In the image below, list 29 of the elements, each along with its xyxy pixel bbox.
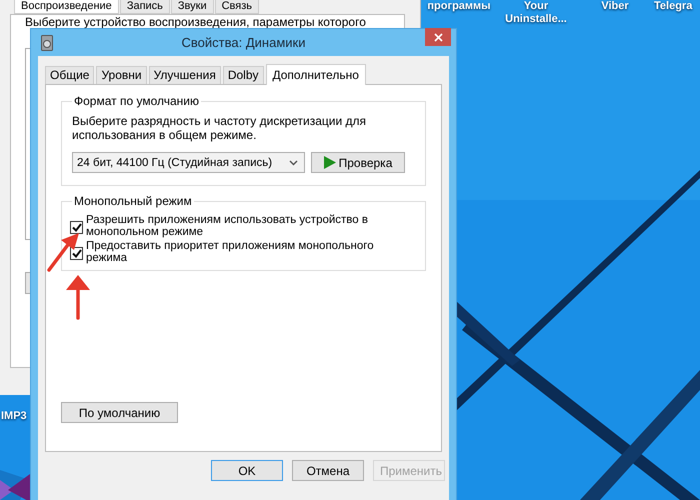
annotation-arrow — [46, 232, 80, 272]
dialog-button[interactable]: Отмена — [292, 460, 364, 481]
close-button[interactable] — [425, 28, 451, 46]
dialog-button[interactable]: OK — [211, 460, 283, 481]
group-title: Формат по умолчанию — [73, 94, 200, 108]
tab[interactable]: Связь — [214, 0, 260, 14]
checkbox-label: Разрешить приложениям использовать устройство в монопольном режиме — [86, 214, 369, 238]
tab[interactable]: Dolby — [222, 66, 264, 84]
annotation-arrow — [64, 274, 92, 320]
tab[interactable]: Уровни — [96, 66, 147, 84]
window-title: Свойства: Динамики — [180, 35, 306, 50]
test-button[interactable]: Проверка — [311, 152, 405, 173]
tab[interactable]: Улучшения — [148, 66, 221, 84]
format-dropdown[interactable]: 24 бит, 44100 Гц (Студийная запись) — [72, 152, 305, 173]
tab[interactable]: Воспроизведение — [14, 0, 119, 14]
speaker-icon — [41, 34, 53, 50]
checkbox-label: Предоставить приоритет приложениям монопольного режима — [86, 240, 375, 264]
group-title: Монопольный режим — [73, 194, 193, 208]
tab[interactable]: Звуки — [170, 0, 214, 14]
description-text: Выберите разрядность и частоту дискретизации для использования в общем режиме. — [72, 114, 368, 142]
checkbox[interactable] — [70, 247, 83, 260]
close-icon — [434, 32, 442, 42]
checkbox[interactable] — [70, 221, 83, 234]
play-icon — [324, 156, 336, 169]
restore-defaults-button[interactable]: По умолчанию — [61, 402, 178, 423]
instruction-text: Выберите устройство воспроизведения, параметры которого — [25, 16, 367, 28]
tab[interactable]: Общие — [45, 66, 94, 84]
tab[interactable]: Запись — [120, 0, 170, 14]
tab[interactable]: Дополнительно — [266, 64, 366, 85]
